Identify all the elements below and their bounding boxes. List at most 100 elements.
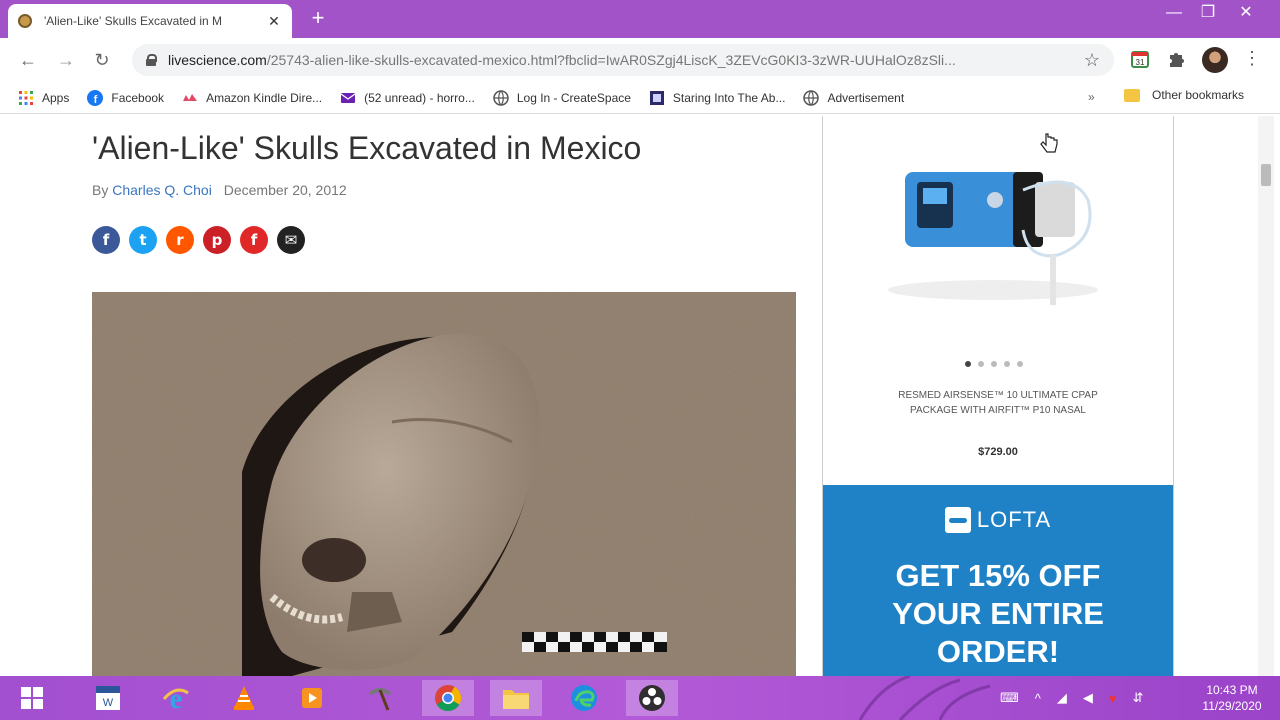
mail-icon: [340, 92, 356, 103]
skull-photo: [92, 292, 796, 676]
svg-text:31: 31: [1136, 58, 1145, 67]
share-pinterest-icon[interactable]: p: [203, 226, 231, 254]
minimize-button[interactable]: —: [1158, 2, 1190, 24]
bookmark-label: Log In - CreateSpace: [516, 90, 631, 105]
bookmark-label: Amazon Kindle Dire...: [206, 90, 323, 105]
product-price: $729.00: [978, 446, 1018, 458]
carousel-dot[interactable]: [1017, 361, 1023, 367]
media-player-icon: [302, 688, 322, 708]
system-clock[interactable]: 10:43 PM 11/29/2020: [1192, 682, 1272, 714]
bookmark-star-icon[interactable]: ☆: [1084, 50, 1100, 71]
lock-icon: [146, 54, 157, 66]
carousel-dot[interactable]: [978, 361, 984, 367]
hand-cursor-icon: [1040, 133, 1058, 153]
carousel-dot[interactable]: [1004, 361, 1010, 367]
web-page: 'Alien-Like' Skulls Excavated in Mexico …: [0, 116, 1280, 676]
windows-logo-icon: [21, 687, 43, 709]
chrome-icon: [435, 685, 462, 712]
heart-app-icon[interactable]: ♥: [1109, 691, 1117, 706]
vlc-icon: [234, 686, 254, 710]
taskbar-internet-explorer[interactable]: e: [150, 680, 202, 716]
carousel-dot[interactable]: [991, 361, 997, 367]
svg-text:e: e: [170, 684, 182, 713]
share-flipboard-icon[interactable]: f: [240, 226, 268, 254]
word-icon: W: [96, 686, 120, 710]
bookmark-kindle[interactable]: Amazon Kindle Dire...: [182, 90, 322, 106]
calendar-extension-icon[interactable]: 31: [1130, 49, 1150, 69]
kindle-icon: [183, 93, 198, 101]
browser-toolbar: ← → ↻ livescience.com /25743-alien-like-…: [0, 38, 1280, 82]
show-hidden-icons-icon[interactable]: ^: [1035, 691, 1041, 706]
network-icon[interactable]: ◢: [1057, 690, 1067, 706]
bookmark-label: (52 unread) - horro...: [364, 90, 475, 105]
taskbar-file-explorer[interactable]: [490, 680, 542, 716]
profile-avatar[interactable]: [1202, 47, 1228, 73]
bookmark-apps[interactable]: Apps: [18, 90, 69, 106]
volume-icon[interactable]: ◀: [1083, 690, 1093, 706]
bookmark-mail[interactable]: (52 unread) - horro...: [340, 90, 475, 106]
taskbar-obs[interactable]: [626, 680, 678, 716]
taskbar-edge[interactable]: [558, 680, 610, 716]
start-button[interactable]: [6, 680, 58, 716]
taskbar-vlc[interactable]: [218, 680, 270, 716]
share-email-icon[interactable]: ✉: [277, 226, 305, 254]
folder-icon: [503, 690, 529, 709]
livescience-favicon-icon: [18, 14, 32, 28]
keyboard-icon[interactable]: ⌨: [1000, 690, 1019, 706]
product-name[interactable]: RESMED AIRSENSE™ 10 ULTIMATE CPAP PACKAG…: [893, 388, 1103, 418]
share-reddit-icon[interactable]: r: [166, 226, 194, 254]
taskbar-chrome[interactable]: [422, 680, 474, 716]
taskbar-media-player[interactable]: [286, 680, 338, 716]
browser-menu-icon[interactable]: ⋮: [1242, 48, 1262, 69]
internet-explorer-icon: e: [162, 684, 189, 713]
promo-headline: GET 15% OFF YOUR ENTIRE ORDER!: [892, 558, 1104, 669]
bookmark-label: Facebook: [111, 90, 165, 105]
edge-icon: [571, 685, 597, 711]
bookmark-staring-into[interactable]: Staring Into The Ab...: [649, 90, 786, 106]
close-window-button[interactable]: ✕: [1230, 2, 1262, 24]
share-facebook-icon[interactable]: f: [92, 226, 120, 254]
carousel-dots[interactable]: [965, 361, 1030, 367]
blog-icon: [649, 90, 664, 105]
scrollbar-thumb[interactable]: [1261, 164, 1271, 186]
bookmark-createspace[interactable]: Log In - CreateSpace: [493, 89, 631, 106]
more-bookmarks-chevron-icon[interactable]: »: [1088, 90, 1095, 104]
bookmark-label: Advertisement: [827, 90, 905, 105]
browser-tab[interactable]: 'Alien-Like' Skulls Excavated in M ✕: [8, 4, 292, 38]
svg-text:W: W: [103, 697, 114, 709]
facebook-icon: f: [87, 89, 104, 106]
vertical-scrollbar[interactable]: [1258, 116, 1274, 676]
pickaxe-icon: [368, 688, 392, 711]
lofta-promo-banner[interactable]: LOFTA GET 15% OFF YOUR ENTIRE ORDER!: [823, 485, 1173, 676]
cpap-machine-image[interactable]: [883, 160, 1113, 320]
bookmark-label: Apps: [42, 90, 70, 105]
author-link[interactable]: Charles Q. Choi: [112, 182, 212, 198]
forward-button[interactable]: →: [54, 48, 78, 72]
clock-date: 11/29/2020: [1202, 699, 1262, 713]
byline: By Charles Q. Choi December 20, 2012: [92, 182, 347, 198]
usb-icon[interactable]: ⇵: [1133, 690, 1144, 706]
back-button[interactable]: ←: [16, 48, 40, 72]
clock-time: 10:43 PM: [1206, 683, 1258, 697]
lofta-logo: LOFTA: [823, 507, 1173, 533]
extensions-puzzle-icon[interactable]: [1166, 49, 1186, 69]
bookmark-label: Staring Into The Ab...: [672, 90, 786, 105]
system-tray: ⌨ ^ ◢ ◀ ♥ ⇵: [1000, 676, 1160, 720]
svg-text:f: f: [94, 94, 98, 106]
address-bar[interactable]: livescience.com /25743-alien-like-skulls…: [132, 44, 1114, 76]
bookmark-advertisement[interactable]: Advertisement: [803, 89, 905, 106]
ad-sidebar: RESMED AIRSENSE™ 10 ULTIMATE CPAP PACKAG…: [822, 116, 1174, 676]
maximize-button[interactable]: ❐: [1192, 2, 1224, 24]
bookmark-facebook[interactable]: f Facebook: [87, 89, 165, 106]
taskbar-word[interactable]: W: [82, 680, 134, 716]
share-twitter-icon[interactable]: t: [129, 226, 157, 254]
new-tab-button[interactable]: +: [306, 6, 330, 30]
tab-strip: 'Alien-Like' Skulls Excavated in M ✕ + —…: [0, 0, 1280, 38]
carousel-dot[interactable]: [965, 361, 971, 367]
reload-button[interactable]: ↻: [90, 48, 114, 72]
globe-icon: [493, 89, 509, 106]
taskbar-tools[interactable]: [354, 680, 406, 716]
other-bookmarks-folder[interactable]: Other bookmarks: [1124, 88, 1244, 102]
url-path: /25743-alien-like-skulls-excavated-mexic…: [266, 52, 956, 68]
close-tab-icon[interactable]: ✕: [266, 13, 282, 30]
